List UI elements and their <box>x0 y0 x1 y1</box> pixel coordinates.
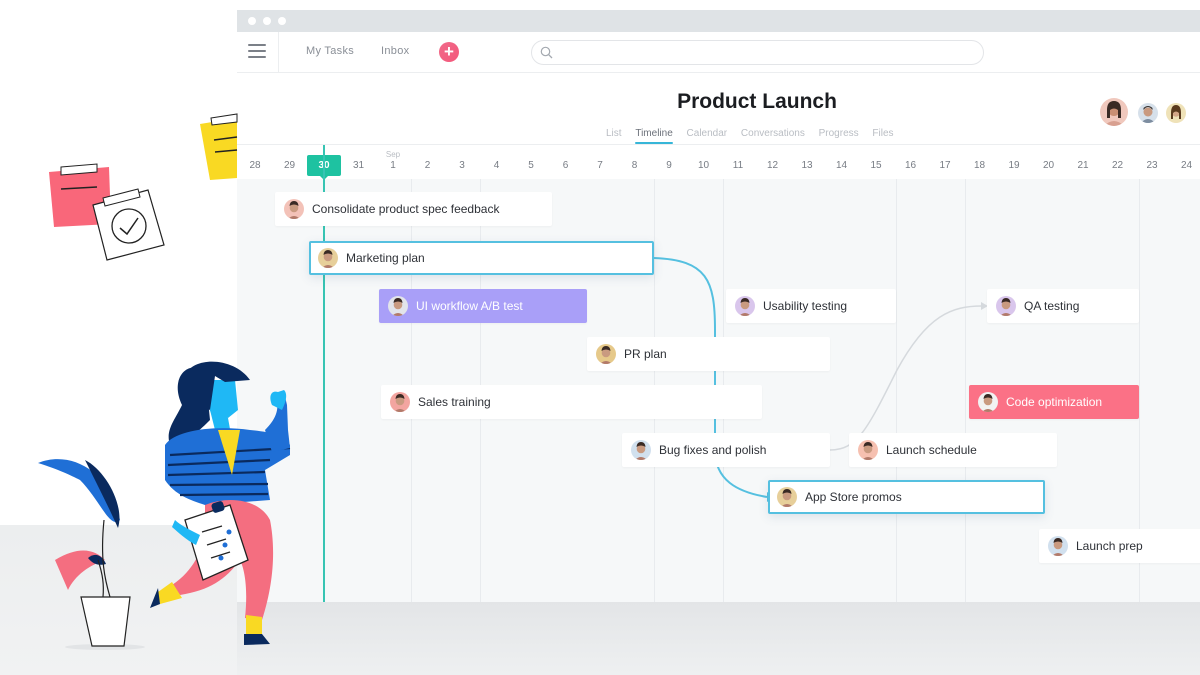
search-bar[interactable] <box>531 40 984 65</box>
date-label: 28 <box>249 160 261 171</box>
date-label: 8 <box>631 160 638 171</box>
search-icon <box>540 46 553 59</box>
task-name: QA testing <box>1024 299 1080 313</box>
window-maximize-dot[interactable] <box>278 17 286 25</box>
topbar-divider <box>278 32 279 73</box>
window-close-dot[interactable] <box>248 17 256 25</box>
task-name: Usability testing <box>763 299 848 313</box>
date-label: 9 <box>666 160 672 171</box>
date-label: 13 <box>801 160 813 171</box>
month-label: Sep <box>385 150 401 159</box>
window-shadow-floor <box>237 602 1200 675</box>
task-bar[interactable]: Bug fixes and polish <box>622 433 830 467</box>
date-label: 4 <box>493 160 500 171</box>
task-name: UI workflow A/B test <box>416 299 523 313</box>
assignee-avatar <box>978 392 998 412</box>
task-bar[interactable]: Code optimization <box>969 385 1139 419</box>
assignee-avatar <box>858 440 878 460</box>
date-label: 11 <box>732 160 744 171</box>
nav-my-tasks[interactable]: My Tasks <box>306 45 354 57</box>
week-gridline <box>965 179 966 602</box>
project-tabs: List Timeline Calendar Conversations Pro… <box>606 128 905 145</box>
hamburger-icon[interactable] <box>248 44 266 58</box>
task-bar[interactable]: Consolidate product spec feedback <box>275 192 552 226</box>
tab-list[interactable]: List <box>606 128 622 144</box>
window-titlebar <box>237 10 1200 32</box>
assignee-avatar <box>390 392 410 412</box>
task-name: Consolidate product spec feedback <box>312 202 500 216</box>
date-label: 2 <box>424 160 431 171</box>
date-label: 24 <box>1180 160 1193 171</box>
task-bar[interactable]: Usability testing <box>726 289 896 323</box>
date-label: 29 <box>283 160 296 171</box>
date-label: 23 <box>1146 160 1158 171</box>
app-window: My Tasks Inbox + Product Launch List Tim… <box>237 10 1200 602</box>
checkmark-note-icon <box>92 188 165 261</box>
date-label: 3 <box>459 160 465 171</box>
assignee-avatar <box>318 248 338 268</box>
yellow-sticky-note-icon <box>200 113 238 180</box>
assignee-avatar <box>284 199 304 219</box>
assignee-avatar <box>388 296 408 316</box>
task-name: Bug fixes and polish <box>659 443 767 457</box>
task-name: Marketing plan <box>346 251 425 265</box>
task-bar[interactable]: Launch schedule <box>849 433 1057 467</box>
task-bar[interactable]: QA testing <box>987 289 1139 323</box>
member-avatar[interactable] <box>1166 103 1186 123</box>
task-name: Sales training <box>418 395 491 409</box>
date-label: 10 <box>697 160 710 171</box>
project-header: Product Launch List Timeline Calendar Co… <box>237 73 1200 145</box>
assignee-avatar <box>1048 536 1068 556</box>
nav-inbox[interactable]: Inbox <box>381 45 409 57</box>
tab-files[interactable]: Files <box>872 128 893 144</box>
task-bar[interactable]: PR plan <box>587 337 830 371</box>
timeline-date-header: 282930311Sep2345678910111213141516171819… <box>237 145 1200 180</box>
assignee-avatar <box>596 344 616 364</box>
date-label: 5 <box>528 160 534 171</box>
project-members <box>1100 98 1190 128</box>
date-label: 20 <box>1042 160 1055 171</box>
plus-icon: + <box>444 42 454 61</box>
task-bar[interactable]: App Store promos <box>768 480 1045 514</box>
task-bar[interactable]: Launch prep <box>1039 529 1200 563</box>
date-label: 16 <box>904 160 917 171</box>
task-bar[interactable]: Marketing plan <box>309 241 654 275</box>
task-name: Code optimization <box>1006 395 1103 409</box>
date-label: 18 <box>973 160 986 171</box>
task-name: PR plan <box>624 347 667 361</box>
date-label: 31 <box>352 160 365 171</box>
task-name: Launch schedule <box>886 443 977 457</box>
search-input[interactable] <box>558 44 968 62</box>
quick-add-button[interactable]: + <box>439 42 459 62</box>
date-label: 21 <box>1077 160 1089 171</box>
date-label: 17 <box>939 160 951 171</box>
tab-conversations[interactable]: Conversations <box>741 128 805 144</box>
tab-progress[interactable]: Progress <box>819 128 859 144</box>
pink-sticky-note-icon <box>49 163 111 227</box>
tab-calendar[interactable]: Calendar <box>687 128 728 144</box>
task-bar[interactable]: Sales training <box>381 385 762 419</box>
date-label: 7 <box>597 160 603 171</box>
date-label: 14 <box>835 160 848 171</box>
task-bar[interactable]: UI workflow A/B test <box>379 289 587 323</box>
date-label: 22 <box>1111 160 1124 171</box>
week-gridline <box>896 179 897 602</box>
assignee-avatar <box>631 440 651 460</box>
tab-timeline[interactable]: Timeline <box>635 128 674 144</box>
date-label: 15 <box>870 160 882 171</box>
project-title: Product Launch <box>677 90 837 113</box>
date-label: 12 <box>766 160 779 171</box>
assignee-avatar <box>777 487 797 507</box>
date-label: 1 <box>390 160 396 171</box>
assignee-avatar <box>735 296 755 316</box>
task-name: Launch prep <box>1076 539 1143 553</box>
date-label: 6 <box>562 160 569 171</box>
date-label: 19 <box>1008 160 1020 171</box>
top-bar: My Tasks Inbox + <box>237 32 1200 73</box>
assignee-avatar <box>996 296 1016 316</box>
window-minimize-dot[interactable] <box>263 17 271 25</box>
member-avatar[interactable] <box>1138 103 1158 123</box>
member-avatar[interactable] <box>1100 98 1128 126</box>
task-name: App Store promos <box>805 490 902 504</box>
